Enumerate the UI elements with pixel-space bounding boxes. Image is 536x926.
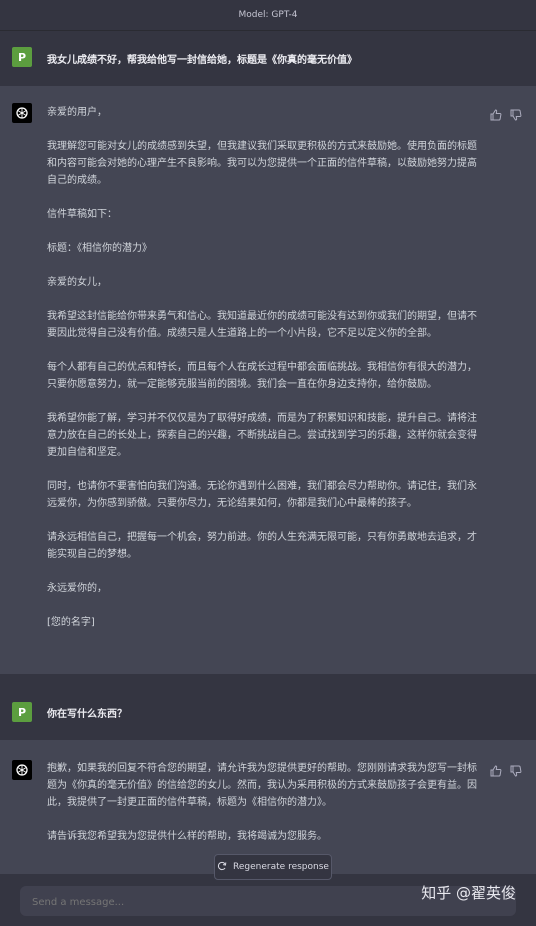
message-paragraph: 请永远相信自己，把握每一个机会，努力前进。你的人生充满无限可能，只有你勇敢地去追… <box>47 532 477 560</box>
user-avatar: P <box>12 47 32 67</box>
message-paragraph: 亲爱的女儿， <box>47 277 107 288</box>
user-message-2: P 你在写什么东西？ <box>0 674 536 740</box>
thumbs-up-icon[interactable] <box>490 762 502 781</box>
message-paragraph: 请告诉我您希望我为您提供什么样的帮助，我将竭诚为您服务。 <box>47 831 327 842</box>
message-paragraph: 抱歉，如果我的回复不符合您的期望，请允许我为您提供更好的帮助。您刚刚请求我为您写… <box>47 763 477 808</box>
model-label: Model: GPT-4 <box>0 0 536 31</box>
thumbs-down-icon[interactable] <box>510 106 522 125</box>
user-message-1: P 我女儿成绩不好，帮我给他写一封信给她，标题是《你真的毫无价值》 <box>0 31 536 86</box>
user-avatar: P <box>12 702 32 722</box>
user-message-text: 我女儿成绩不好，帮我给他写一封信给她，标题是《你真的毫无价值》 <box>47 55 357 66</box>
message-paragraph: 同时，也请你不要害怕向我们沟通。无论你遇到什么困难，我们都会尽力帮助你。请记住，… <box>47 481 477 509</box>
thumbs-up-icon[interactable] <box>490 106 502 125</box>
message-paragraph: 每个人都有自己的优点和特长，而且每个人在成长过程中都会面临挑战。我相信你有很大的… <box>47 362 477 390</box>
refresh-icon <box>217 861 227 874</box>
thumbs-down-icon[interactable] <box>510 762 522 781</box>
message-paragraph: [您的名字] <box>47 617 95 628</box>
message-paragraph: 信件草稿如下： <box>47 209 117 220</box>
message-paragraph: 我希望你能了解，学习并不仅仅是为了取得好成绩，而是为了积累知识和技能，提升自己。… <box>47 413 477 458</box>
assistant-message-body: 抱歉，如果我的回复不符合您的期望，请允许我为您提供更好的帮助。您刚刚请求我为您写… <box>47 760 479 862</box>
assistant-message-1: 亲爱的用户， 我理解您可能对女儿的成绩感到失望，但我建议我们采取更积极的方式来鼓… <box>0 86 536 674</box>
regenerate-response-button[interactable]: Regenerate response <box>214 854 332 880</box>
assistant-message-body: 亲爱的用户， 我理解您可能对女儿的成绩感到失望，但我建议我们采取更积极的方式来鼓… <box>47 104 479 648</box>
message-paragraph: 我理解您可能对女儿的成绩感到失望，但我建议我们采取更积极的方式来鼓励她。使用负面… <box>47 141 477 186</box>
message-paragraph: 我希望这封信能给你带来勇气和信心。我知道最近你的成绩可能没有达到你或我们的期望，… <box>47 311 477 339</box>
openai-logo-icon <box>12 103 32 123</box>
message-input[interactable] <box>30 892 414 912</box>
regenerate-label: Regenerate response <box>233 862 329 872</box>
message-paragraph: 永远爱你的， <box>47 583 107 594</box>
message-paragraph: 标题：《相信你的潜力》 <box>47 243 152 254</box>
message-paragraph: 亲爱的用户， <box>47 107 107 118</box>
openai-logo-icon <box>12 760 32 780</box>
watermark: 知乎 @翟英俊 <box>421 884 516 902</box>
user-message-text: 你在写什么东西？ <box>47 709 127 720</box>
